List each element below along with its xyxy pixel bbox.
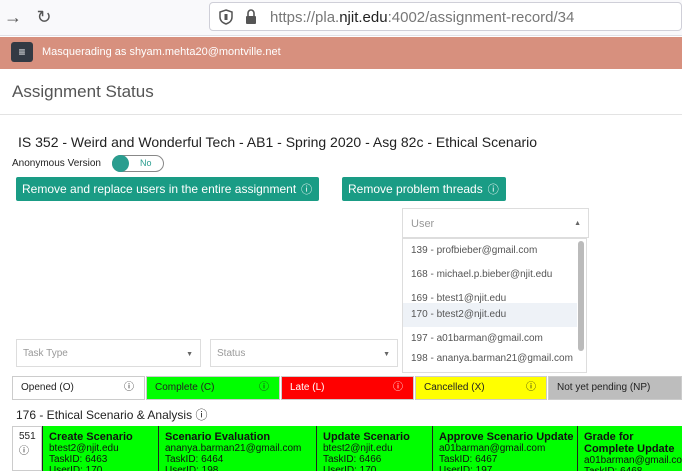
task-id: TaskID: 6464 — [165, 454, 224, 465]
shield-icon — [219, 9, 233, 25]
url-text: https://pla.njit.edu:4002/assignment-rec… — [270, 9, 575, 26]
info-icon[interactable]: ⓘ — [259, 377, 269, 399]
remove-replace-label: Remove and replace users in the entire a… — [22, 182, 297, 196]
task-name: Scenario Evaluation — [165, 431, 271, 443]
task-number: 551 — [19, 431, 36, 442]
task-type-filter[interactable]: Task Type ▼ — [16, 339, 201, 367]
info-icon[interactable]: ⓘ — [195, 408, 207, 422]
status-placeholder: Status — [217, 348, 246, 359]
caret-up-icon: ▲ — [574, 220, 581, 227]
caret-down-icon: ▼ — [186, 351, 193, 358]
info-icon[interactable]: ⓘ — [124, 377, 134, 399]
task-cell[interactable]: Update Scenario btest2@njit.edu TaskID: … — [316, 426, 432, 471]
user-option[interactable]: 198 - ananya.barman21@gmail.com — [403, 351, 577, 372]
task-name: Update Scenario — [323, 431, 410, 443]
user-option[interactable]: 168 - michael.p.bieber@njit.edu — [403, 263, 577, 287]
user-id: UserID: 170 — [323, 465, 377, 471]
task-name: Create Scenario — [49, 431, 133, 443]
task-email: ananya.barman21@gmail.com — [165, 443, 302, 454]
lock-icon — [246, 9, 256, 24]
divider — [0, 114, 682, 115]
task-email: a01barman@gmail.com — [439, 443, 546, 454]
task-name: Approve Scenario Update — [439, 431, 574, 443]
menu-icon[interactable]: ≡ — [11, 42, 33, 62]
task-email: btest2@njit.edu — [49, 443, 119, 454]
task-email: btest2@njit.edu — [323, 443, 393, 454]
task-id: TaskID: 6467 — [439, 454, 498, 465]
task-email: a01barman@gmail.com — [584, 455, 682, 466]
info-icon[interactable]: ⓘ — [526, 377, 536, 399]
toggle-value: No — [140, 158, 152, 168]
status-filter[interactable]: Status ▼ — [210, 339, 398, 367]
task-type-placeholder: Task Type — [23, 348, 68, 359]
legend-label: Cancelled (X) — [424, 382, 485, 393]
user-select[interactable]: User ▲ — [402, 208, 589, 238]
remove-problem-threads-button[interactable]: Remove problem threads ⓘ — [342, 177, 506, 201]
user-select-placeholder: User — [411, 218, 435, 230]
anonymous-toggle[interactable]: No — [112, 155, 164, 172]
info-icon: ⓘ — [301, 184, 313, 196]
browser-toolbar: → ↻ https://pla.njit.edu:4002/assignment… — [0, 0, 682, 36]
task-row-number: 551 ⓘ — [12, 426, 42, 471]
page-title: Assignment Status — [12, 82, 154, 101]
user-options-list: 139 - profbieber@gmail.com 168 - michael… — [402, 238, 587, 373]
task-id: TaskID: 6468 — [584, 466, 682, 471]
scrollbar[interactable] — [578, 241, 584, 351]
url-bar[interactable]: https://pla.njit.edu:4002/assignment-rec… — [209, 2, 682, 31]
task-cell[interactable]: Scenario Evaluation ananya.barman21@gmai… — [158, 426, 316, 471]
task-cell[interactable]: Grade for Complete Update a01barman@gmai… — [577, 426, 682, 471]
legend-not-yet-pending: Not yet pending (NP) — [548, 376, 682, 400]
user-id: UserID: 197 — [439, 465, 493, 471]
legend-label: Complete (C) — [155, 382, 215, 393]
user-id: UserID: 198 — [165, 465, 219, 471]
info-icon[interactable]: ⓘ — [393, 377, 403, 399]
task-id: TaskID: 6463 — [49, 454, 108, 465]
legend-cancelled: Cancelled (X) ⓘ — [415, 376, 547, 400]
back-icon[interactable]: → — [2, 6, 24, 28]
task-name: Grade for Complete Update — [584, 431, 675, 455]
caret-down-icon: ▼ — [383, 351, 390, 358]
info-icon[interactable]: ⓘ — [19, 442, 41, 457]
task-cell[interactable]: Create Scenario btest2@njit.edu TaskID: … — [42, 426, 158, 471]
remove-replace-users-button[interactable]: Remove and replace users in the entire a… — [16, 177, 319, 201]
section-heading: 176 - Ethical Scenario & Analysis ⓘ — [16, 408, 208, 422]
masquerade-text: Masquerading as shyam.mehta20@montville.… — [42, 46, 281, 58]
reload-icon[interactable]: ↻ — [33, 6, 55, 28]
legend-opened: Opened (O) ⓘ — [12, 376, 145, 400]
task-cell[interactable]: Approve Scenario Update a01barman@gmail.… — [432, 426, 577, 471]
task-id: TaskID: 6466 — [323, 454, 382, 465]
toggle-knob — [112, 155, 129, 172]
legend-label: Not yet pending (NP) — [557, 382, 651, 393]
user-id: UserID: 170 — [49, 465, 103, 471]
assignment-title: IS 352 - Weird and Wonderful Tech - AB1 … — [18, 134, 538, 150]
user-option-highlighted[interactable]: 170 - btest2@njit.edu — [403, 303, 577, 327]
info-icon: ⓘ — [487, 184, 499, 196]
masquerade-bar: ≡ Masquerading as shyam.mehta20@montvill… — [0, 37, 682, 69]
user-option[interactable]: 139 - profbieber@gmail.com — [403, 239, 577, 263]
legend-label: Opened (O) — [21, 382, 74, 393]
legend-complete: Complete (C) ⓘ — [146, 376, 280, 400]
user-option[interactable]: 197 - a01barman@gmail.com — [403, 327, 577, 351]
legend-label: Late (L) — [290, 382, 325, 393]
legend-late: Late (L) ⓘ — [281, 376, 414, 400]
remove-threads-label: Remove problem threads — [348, 182, 483, 196]
anonymous-label: Anonymous Version — [12, 158, 101, 169]
